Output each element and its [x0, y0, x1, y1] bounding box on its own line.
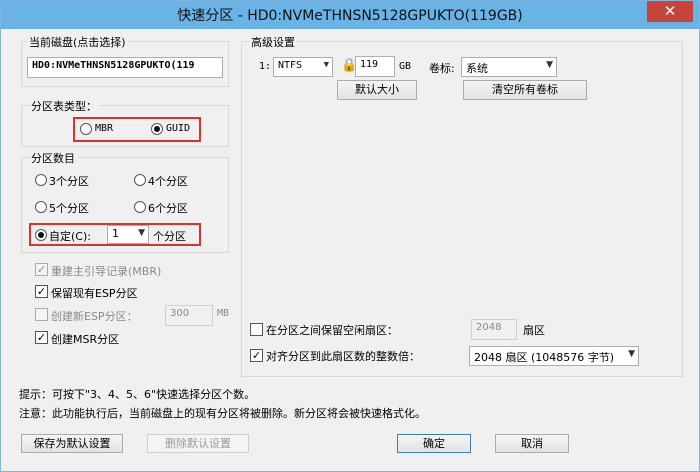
warning-text: 注意：此功能执行后，当前磁盘上的现有分区将被删除。新分区将会被快速格式化。: [19, 407, 426, 420]
tip-text: 提示：可按下"3、4、5、6"快速选择分区个数。: [19, 388, 256, 401]
rebuild-mbr-label: 重建主引导记录(MBR): [51, 265, 162, 278]
rebuild-mbr-checkbox[interactable]: ✓: [35, 263, 48, 276]
title-bar: 快速分区 - HD0:NVMeTHNSN5128GPUKTO(119GB) ✕: [1, 1, 699, 29]
create-esp-checkbox[interactable]: [35, 308, 48, 321]
cancel-button[interactable]: 取消: [495, 434, 569, 453]
quick-partition-dialog: 快速分区 - HD0:NVMeTHNSN5128GPUKTO(119GB) ✕ …: [0, 0, 700, 472]
six-partitions-radio[interactable]: [134, 201, 146, 213]
default-size-button[interactable]: 默认大小: [337, 80, 417, 100]
custom-count-radio[interactable]: [35, 229, 47, 241]
reserve-gap-label: 在分区之间保留空闲扇区：: [266, 324, 398, 337]
partition-count-label: 分区数目: [29, 150, 77, 166]
partition-size-unit: GB: [399, 61, 412, 72]
filesystem-select[interactable]: NTFS ▼: [273, 57, 333, 77]
custom-count-label: 自定(C):: [49, 230, 91, 243]
chevron-down-icon: ▼: [323, 60, 329, 70]
volume-label-select[interactable]: 系统 ▼: [461, 57, 557, 77]
four-partitions-radio[interactable]: [134, 174, 146, 186]
current-disk-label: 当前磁盘(点击选择): [27, 34, 128, 50]
esp-size-unit: MB: [217, 308, 230, 319]
ok-button[interactable]: 确定: [397, 434, 471, 453]
partition-row-index: 1:: [259, 61, 272, 72]
three-partitions-radio[interactable]: [35, 174, 47, 186]
guid-radio[interactable]: [151, 123, 163, 135]
advanced-settings-label: 高级设置: [249, 34, 297, 50]
mbr-radio[interactable]: [80, 123, 92, 135]
window-title: 快速分区 - HD0:NVMeTHNSN5128GPUKTO(119GB): [177, 8, 523, 24]
create-msr-checkbox[interactable]: ✓: [35, 331, 48, 344]
guid-label: GUID: [166, 123, 191, 134]
chevron-down-icon: ▼: [546, 60, 553, 70]
filesystem-value: NTFS: [278, 60, 303, 71]
align-sectors-value: 2048 扇区 (1048576 字节): [474, 351, 615, 364]
create-msr-label: 创建MSR分区: [51, 333, 120, 346]
custom-count-suffix: 个分区: [153, 230, 186, 243]
partition-table-label: 分区表类型：: [29, 98, 99, 114]
save-default-button[interactable]: 保存为默认设置: [21, 434, 123, 453]
align-partition-label: 对齐分区到此扇区数的整数倍：: [266, 350, 420, 363]
reserve-gap-unit: 扇区: [523, 324, 545, 337]
keep-esp-checkbox[interactable]: ✓: [35, 285, 48, 298]
current-disk-field[interactable]: HD0:NVMeTHNSN5128GPUKTO(119: [27, 57, 223, 78]
clear-all-labels-button[interactable]: 清空所有卷标: [463, 80, 587, 100]
mbr-label: MBR: [95, 123, 114, 134]
three-partitions-label: 3个分区: [49, 175, 89, 188]
volume-label-text: 卷标:: [429, 62, 455, 75]
five-partitions-radio[interactable]: [35, 201, 47, 213]
esp-size-field[interactable]: 300: [165, 305, 213, 326]
close-button[interactable]: ✕: [647, 1, 693, 22]
reserve-gap-checkbox[interactable]: [250, 323, 263, 336]
reserve-gap-field[interactable]: 2048: [471, 319, 517, 340]
chevron-down-icon: ▼: [628, 349, 635, 359]
volume-label-value: 系统: [466, 62, 488, 75]
partition-size-field[interactable]: 119: [355, 56, 395, 77]
custom-count-select[interactable]: 1 ▼: [107, 225, 149, 244]
create-esp-label: 创建新ESP分区：: [51, 310, 138, 323]
align-sectors-select[interactable]: 2048 扇区 (1048576 字节) ▼: [469, 346, 639, 366]
keep-esp-label: 保留现有ESP分区: [51, 287, 138, 300]
six-partitions-label: 6个分区: [148, 202, 188, 215]
four-partitions-label: 4个分区: [148, 175, 188, 188]
delete-default-button[interactable]: 删除默认设置: [147, 434, 249, 453]
chevron-down-icon: ▼: [138, 228, 145, 238]
align-partition-checkbox[interactable]: ✓: [250, 349, 263, 362]
five-partitions-label: 5个分区: [49, 202, 89, 215]
custom-count-value: 1: [112, 227, 119, 240]
